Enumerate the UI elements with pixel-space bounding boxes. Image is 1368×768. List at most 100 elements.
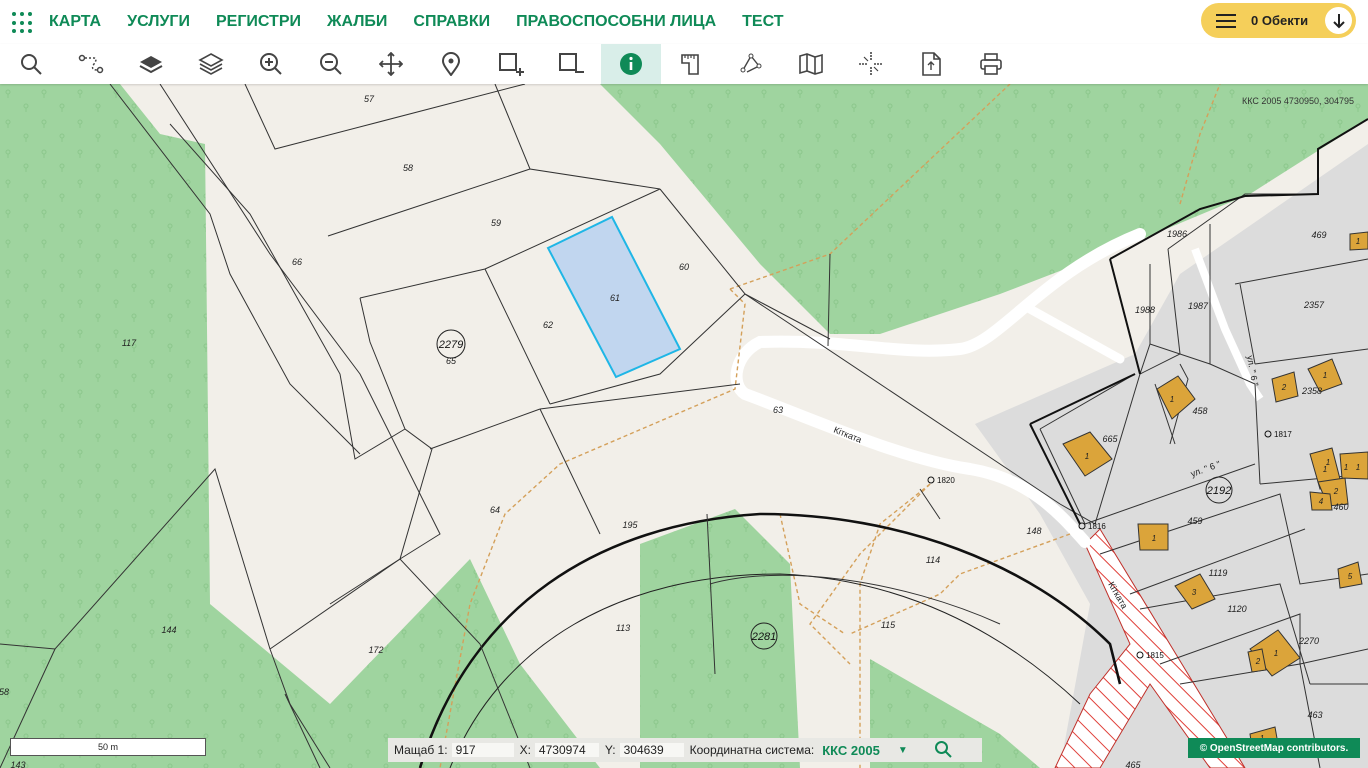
cadastral-map[interactable]: 57 58 59 60 61 62 63 64 65 66 117 144 17… — [0, 84, 1368, 768]
crs-select[interactable]: ККС 2005 — [822, 743, 880, 758]
nav-item-test[interactable]: ТЕСТ — [742, 13, 783, 31]
parcel-label: 59 — [491, 218, 501, 228]
apps-grid-icon[interactable] — [12, 12, 34, 34]
coordinate-readout: ККС 2005 4730950, 304795 — [1242, 96, 1354, 106]
menu-icon — [1216, 13, 1236, 28]
nav-item-karta[interactable]: КАРТА — [49, 13, 101, 31]
parcel-label: 2270 — [1298, 636, 1319, 646]
search-coordinates-icon[interactable] — [934, 740, 952, 761]
building-label: 5 — [1348, 572, 1353, 581]
building-label: 2 — [1333, 487, 1339, 496]
layer-filled-icon[interactable] — [121, 44, 181, 84]
x-value: 4730974 — [534, 743, 599, 757]
nav-item-registri[interactable]: РЕГИСТРИ — [216, 13, 301, 31]
search-icon[interactable] — [1, 44, 61, 84]
parcel-label: 2358 — [1301, 386, 1322, 396]
parcel-label: 58 — [403, 163, 413, 173]
parcel-label: 469 — [1311, 230, 1326, 240]
parcel-label: 63 — [773, 405, 783, 415]
parcel-label: 172 — [368, 645, 383, 655]
parcel-label: 465 — [1125, 760, 1141, 768]
layers-icon[interactable] — [181, 44, 241, 84]
parcel-label: 115 — [881, 620, 896, 630]
parcel-label: 195 — [622, 520, 638, 530]
remove-area-icon[interactable] — [541, 44, 601, 84]
parcel-label: 1987 — [1188, 301, 1209, 311]
building-label: 1 — [1152, 534, 1156, 543]
nav-item-spravki[interactable]: СПРАВКИ — [413, 13, 490, 31]
info-icon[interactable] — [601, 44, 661, 84]
crs-label: Координатна система: — [689, 743, 815, 757]
building-label: 1 — [1085, 452, 1089, 461]
x-label: X: — [519, 743, 531, 757]
map-canvas[interactable]: 57 58 59 60 61 62 63 64 65 66 117 144 17… — [0, 84, 1368, 768]
building-label: 1 — [1356, 237, 1360, 246]
parcel-label: 2357 — [1303, 300, 1325, 310]
parcel-label: 143 — [10, 760, 25, 768]
parcel-label: 460 — [1333, 502, 1348, 512]
crosshair-icon[interactable] — [841, 44, 901, 84]
pin-icon[interactable] — [421, 44, 481, 84]
main-nav: КАРТА УСЛУГИ РЕГИСТРИ ЖАЛБИ СПРАВКИ ПРАВ… — [49, 0, 810, 44]
parcel-label: 1120 — [1227, 604, 1246, 614]
parcel-label: 61 — [610, 293, 620, 303]
map-toolbar — [0, 44, 1368, 84]
nav-item-uslugi[interactable]: УСЛУГИ — [127, 13, 190, 31]
zoom-in-icon[interactable] — [241, 44, 301, 84]
block-label: 2192 — [1206, 485, 1231, 497]
zoom-out-icon[interactable] — [301, 44, 361, 84]
parcel-label: 58 — [0, 687, 9, 697]
route-icon[interactable] — [61, 44, 121, 84]
nav-item-pravosposobni[interactable]: ПРАВОСПОСОБНИ ЛИЦА — [516, 13, 716, 31]
map-icon[interactable] — [781, 44, 841, 84]
building-label: 3 — [1192, 588, 1197, 597]
parcel-label: 66 — [292, 257, 302, 267]
parcel-label: 57 — [364, 94, 375, 104]
export-icon[interactable] — [901, 44, 961, 84]
status-bar: Мащаб 1: 917 X: 4730974 Y: 304639 Коорди… — [388, 738, 982, 762]
y-value: 304639 — [619, 743, 684, 757]
scale-label: Мащаб 1: — [394, 743, 448, 757]
top-bar: КАРТА УСЛУГИ РЕГИСТРИ ЖАЛБИ СПРАВКИ ПРАВ… — [0, 0, 1368, 44]
scale-input[interactable]: 917 — [451, 743, 514, 757]
block-label: 2279 — [438, 339, 463, 351]
point-label: 1817 — [1274, 430, 1292, 439]
point-label: 1815 — [1146, 651, 1164, 660]
add-area-icon[interactable] — [481, 44, 541, 84]
parcel-label: 113 — [616, 623, 630, 633]
parcel-label: 148 — [1026, 526, 1041, 536]
parcel-label: 144 — [161, 625, 176, 635]
nav-item-zhalbi[interactable]: ЖАЛБИ — [327, 13, 387, 31]
print-icon[interactable] — [961, 44, 1021, 84]
building-label: 1 — [1274, 649, 1278, 658]
parcel-label: 1988 — [1135, 305, 1155, 315]
parcel-label: 64 — [490, 505, 500, 515]
polyline-icon[interactable] — [721, 44, 781, 84]
point-label: 1820 — [937, 476, 955, 485]
parcel-label: 62 — [543, 320, 553, 330]
measure-icon[interactable] — [661, 44, 721, 84]
building-label: 1 — [1170, 395, 1174, 404]
chevron-down-icon[interactable]: ▼ — [898, 745, 908, 756]
parcel-label: 1119 — [1209, 568, 1228, 578]
building-label: 2 — [1281, 383, 1287, 392]
building-label: 1 — [1356, 463, 1360, 472]
building-label: 1 — [1323, 371, 1327, 380]
attribution[interactable]: © OpenStreetMap contributors. — [1188, 738, 1360, 758]
objects-button[interactable]: 0 Обекти — [1201, 3, 1356, 38]
y-label: Y: — [604, 743, 616, 757]
parcel-label: 1986 — [1167, 229, 1187, 239]
parcel-label: 114 — [926, 555, 940, 565]
scale-bar-label: 50 m — [97, 742, 118, 752]
parcel-label: 665 — [1102, 434, 1118, 444]
point-label: 1816 — [1088, 522, 1106, 531]
building-label: 1 — [1326, 458, 1330, 467]
download-arrow-icon[interactable] — [1325, 7, 1352, 34]
building-label: 4 — [1319, 497, 1324, 506]
building-label: 1 — [1344, 463, 1348, 472]
objects-count: 0 Обекти — [1251, 13, 1309, 28]
parcel-label: 117 — [122, 338, 137, 348]
pan-icon[interactable] — [361, 44, 421, 84]
building-label: 2 — [1255, 657, 1261, 666]
parcel-label: 459 — [1187, 516, 1202, 526]
